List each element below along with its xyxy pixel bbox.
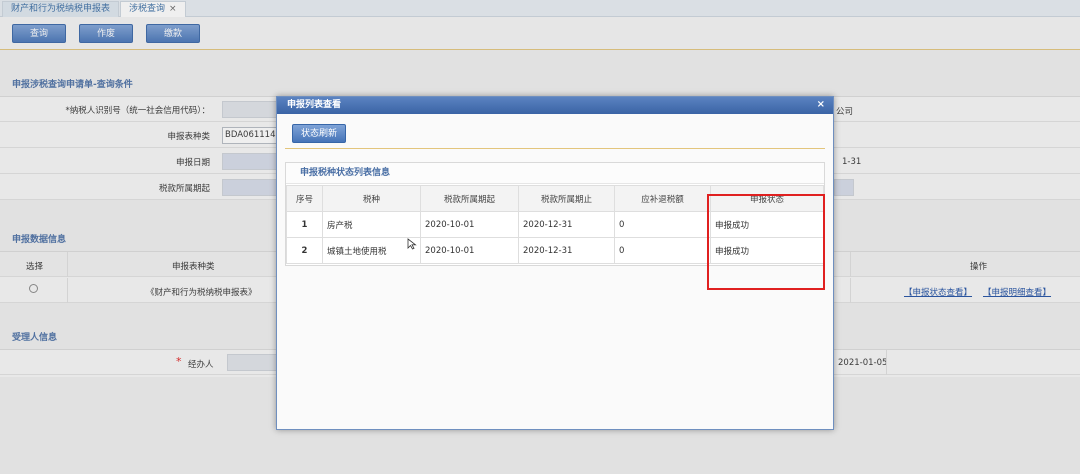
header-amount: 应补退税额 [614,185,711,212]
row-end: 2020-12-31 [518,211,615,238]
row-amount: 0 [614,237,711,264]
mouse-cursor-icon [407,238,417,250]
status-highlight-box [707,194,825,290]
header-start: 税款所属期起 [420,185,519,212]
header-tax: 税种 [322,185,421,212]
header-no: 序号 [286,185,323,212]
row-amount: 0 [614,211,711,238]
dialog-title: 申报列表查看 [287,100,342,110]
refresh-status-button[interactable]: 状态刷新 [292,124,346,143]
row-tax: 城镇土地使用税 [322,237,421,264]
row-end: 2020-12-31 [518,237,615,264]
row-no: 1 [286,211,323,238]
header-end: 税款所属期止 [518,185,615,212]
status-list-title: 申报税种状态列表信息 [286,163,824,184]
row-tax: 房产税 [322,211,421,238]
dialog-body: 状态刷新 申报税种状态列表信息 序号 税种 税款所属期起 税款所属期止 应补退税… [277,114,833,429]
row-start: 2020-10-01 [420,237,519,264]
close-icon[interactable]: × [817,97,825,113]
row-no: 2 [286,237,323,264]
row-start: 2020-10-01 [420,211,519,238]
declaration-list-dialog: 申报列表查看 × 状态刷新 申报税种状态列表信息 序号 税种 税款所属期起 税款… [276,96,834,430]
divider [285,148,825,149]
dialog-header: 申报列表查看 × [277,97,833,114]
